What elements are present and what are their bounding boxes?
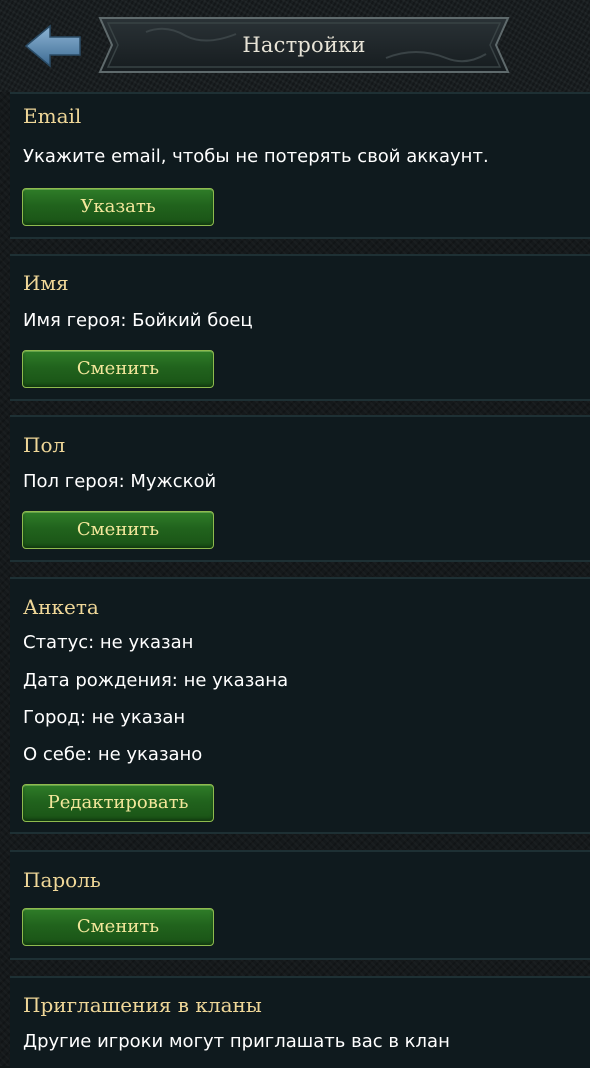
section-title: Пол — [23, 433, 66, 457]
email-description: Укажите email, чтобы не потерять свой ак… — [23, 146, 489, 167]
top-bar: Настройки — [0, 0, 590, 92]
back-button[interactable] — [24, 24, 94, 68]
profile-about: О себе: не указано — [23, 744, 203, 765]
page-title: Настройки — [242, 33, 366, 57]
set-email-button[interactable]: Указать — [22, 188, 214, 226]
arrow-left-icon — [24, 24, 81, 68]
profile-city: Город: не указан — [23, 707, 186, 728]
hero-name-text: Имя героя: Бойкий боец — [23, 310, 253, 331]
clan-invites-text: Другие игроки могут приглашать вас в кла… — [23, 1031, 450, 1052]
section-title: Email — [23, 104, 82, 128]
section-password: Пароль Сменить — [10, 850, 590, 960]
change-password-button[interactable]: Сменить — [22, 908, 214, 946]
hero-gender-text: Пол героя: Мужской — [23, 471, 217, 492]
section-gender: Пол Пол героя: Мужской Сменить — [10, 415, 590, 562]
change-gender-button[interactable]: Сменить — [22, 511, 214, 549]
section-clan-invites: Приглашения в кланы Другие игроки могут … — [10, 976, 590, 1068]
section-title: Пароль — [23, 868, 101, 892]
section-title: Анкета — [23, 595, 99, 619]
change-name-button[interactable]: Сменить — [22, 350, 214, 388]
section-title: Приглашения в кланы — [23, 993, 262, 1017]
section-profile: Анкета Статус: не указан Дата рождения: … — [10, 577, 590, 834]
profile-status: Статус: не указан — [23, 632, 194, 653]
title-plate: Настройки — [86, 14, 522, 76]
section-email: Email Укажите email, чтобы не потерять с… — [10, 92, 590, 239]
edit-profile-button[interactable]: Редактировать — [22, 784, 214, 822]
section-title: Имя — [23, 271, 69, 295]
section-name: Имя Имя героя: Бойкий боец Сменить — [10, 254, 590, 401]
profile-birthdate: Дата рождения: не указана — [23, 670, 289, 691]
